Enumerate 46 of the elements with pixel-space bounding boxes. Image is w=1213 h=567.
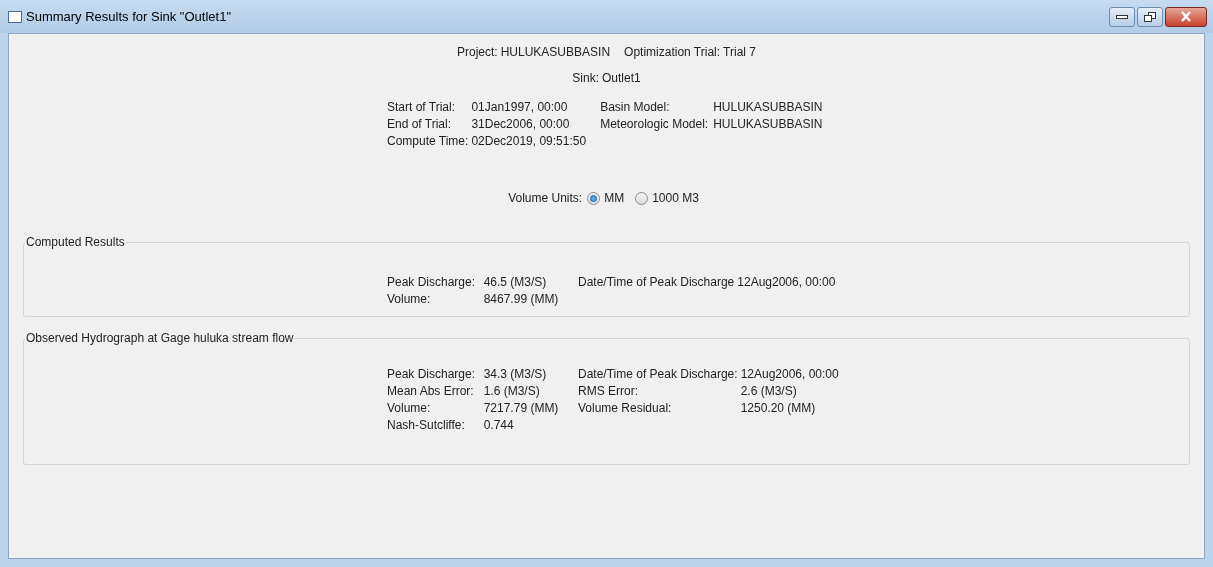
close-button[interactable] — [1165, 6, 1207, 27]
field-value: HULUKASUBBASIN — [713, 99, 823, 116]
field-value: 1.6 (M3/S) — [483, 383, 541, 400]
field-value: 7217.79 (MM) — [483, 400, 560, 417]
field-value: 12Aug2006, 00:00 — [737, 274, 836, 291]
field-value: 2.6 (M3/S) — [740, 383, 798, 400]
field-value: 46.5 (M3/S) — [483, 274, 548, 291]
field-label: Meteorologic Model: — [600, 116, 710, 133]
field-label: Volume: — [387, 291, 432, 308]
field-value: 0.744 — [483, 417, 515, 434]
radio-button[interactable]: MM — [587, 189, 625, 207]
field-label: Start of Trial: — [387, 99, 457, 116]
radio-button[interactable]: 1000 M3 — [635, 189, 699, 207]
field-value: Trial 7 — [723, 44, 756, 61]
field-label: Date/Time of Peak Discharge: — [578, 366, 738, 383]
field-label: Sink: — [572, 70, 599, 87]
field-label: Volume: — [387, 400, 432, 417]
field-label: Nash-Sutcliffe: — [387, 417, 466, 434]
field-label: End of Trial: — [387, 116, 453, 133]
radio-circle[interactable] — [587, 191, 601, 205]
field-label: Project: — [457, 44, 498, 61]
field-value: HULUKASUBBASIN — [500, 44, 611, 61]
field-value: 01Jan1997, 00:00 — [471, 99, 569, 116]
field-label: Compute Time: — [387, 133, 469, 150]
field-value: 1250.20 (MM) — [740, 400, 817, 417]
field-label: Date/Time of Peak Discharge — [578, 274, 735, 291]
close-icon — [1180, 11, 1192, 22]
minimize-button[interactable] — [1109, 6, 1135, 27]
field-label: Peak Discharge: — [387, 366, 477, 383]
field-label: Peak Discharge: — [387, 274, 477, 291]
field-value: 31Dec2006, 00:00 — [471, 116, 571, 133]
field-label: RMS Error: — [578, 383, 639, 400]
field-label: Optimization Trial: — [624, 44, 721, 61]
field-value: HULUKASUBBASIN — [713, 116, 823, 133]
field-label: Volume Units: — [508, 190, 583, 207]
field-value: 8467.99 (MM) — [483, 291, 560, 308]
field-label: Basin Model: — [600, 99, 671, 116]
field-value: Outlet1 — [602, 70, 641, 87]
restore-button[interactable] — [1137, 6, 1163, 27]
field-label: Volume Residual: — [578, 400, 673, 417]
field-value: 02Dec2019, 09:51:50 — [471, 133, 587, 150]
window-title: Summary Results for Sink "Outlet1" — [26, 7, 232, 26]
field-label: Mean Abs Error: — [387, 383, 475, 400]
field-value: 34.3 (M3/S) — [483, 366, 548, 383]
field-value: 12Aug2006, 00:00 — [740, 366, 839, 383]
window-icon — [8, 10, 22, 23]
